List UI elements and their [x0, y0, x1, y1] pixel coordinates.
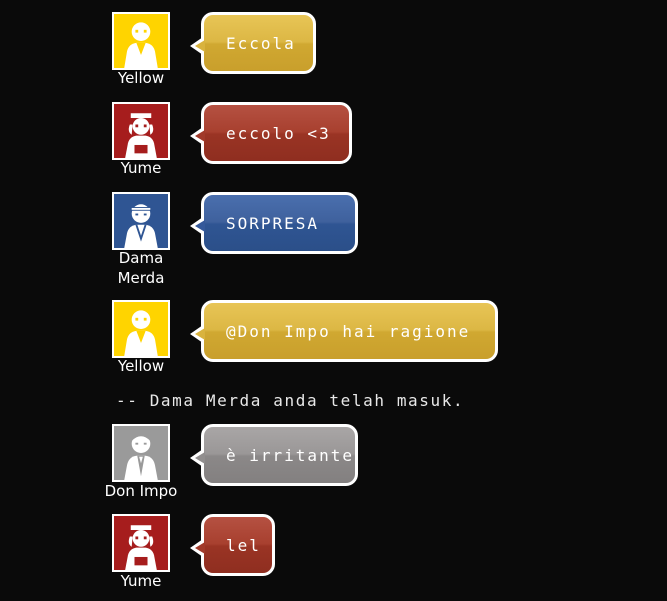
avatar[interactable]: [112, 300, 170, 358]
avatar[interactable]: [112, 12, 170, 70]
message-bubble: Eccola: [190, 12, 316, 74]
user-female-icon: [114, 14, 168, 68]
karate-icon: [114, 194, 168, 248]
system-message: -- Dama Merda anda telah masuk.: [116, 391, 465, 410]
message-bubble: è irritante: [190, 424, 358, 486]
avatar[interactable]: [112, 192, 170, 250]
user-female-icon: [114, 302, 168, 356]
message-bubble: eccolo <3: [190, 102, 352, 164]
avatar[interactable]: [112, 424, 170, 482]
avatar[interactable]: [112, 514, 170, 572]
message-bubble: lel: [190, 514, 275, 576]
username: Yellow: [117, 357, 165, 375]
nurse-icon: [114, 104, 168, 158]
nurse-icon: [114, 516, 168, 570]
username: Dama Merda: [117, 249, 165, 287]
username: Don Impo: [104, 482, 178, 500]
avatar[interactable]: [112, 102, 170, 160]
message-bubble: SORPRESA: [190, 192, 358, 254]
username: Yellow: [117, 69, 165, 87]
man-suit-icon: [114, 426, 168, 480]
username: Yume: [120, 159, 162, 177]
username: Yume: [120, 572, 162, 590]
message-bubble: @Don Impo hai ragione: [190, 300, 498, 362]
